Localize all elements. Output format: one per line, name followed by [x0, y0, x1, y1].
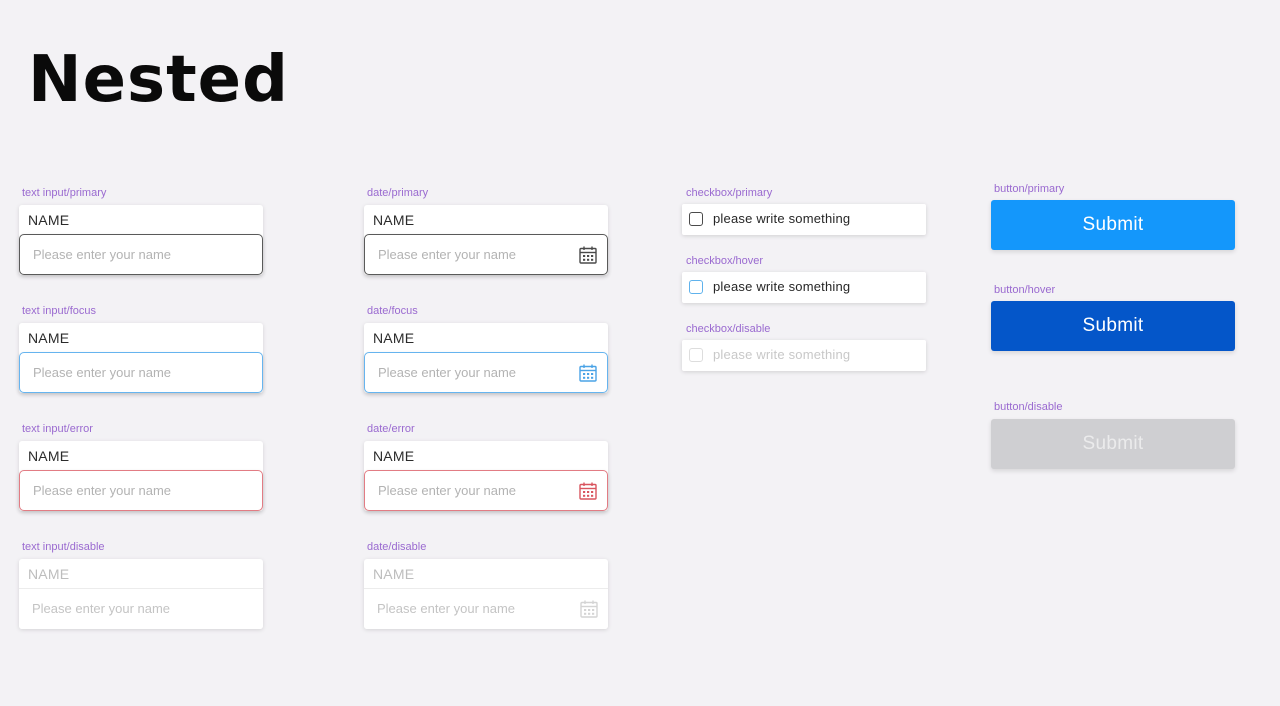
field-name-label: NAME [28, 566, 70, 582]
checkbox-disable: please write something [682, 340, 926, 371]
submit-button-hover[interactable]: Submit [991, 301, 1235, 351]
input-placeholder: Please enter your name [377, 601, 516, 616]
input-placeholder: Please enter your name [378, 365, 517, 380]
submit-button-primary[interactable]: Submit [991, 200, 1235, 250]
input-placeholder: Please enter your name [33, 247, 172, 262]
calendar-icon[interactable] [578, 363, 598, 383]
checkbox-square[interactable] [689, 212, 703, 226]
checkbox-square [689, 348, 703, 362]
date-input-field[interactable]: Please enter your name [364, 234, 608, 275]
text-input-primary: NAME Please enter your name [19, 205, 263, 275]
text-input-focus: NAME Please enter your name [19, 323, 263, 393]
input-placeholder: Please enter your name [378, 247, 517, 262]
calendar-icon[interactable] [578, 245, 598, 265]
date-input-disable: NAME Please enter your name [364, 559, 608, 629]
variant-label: text input/primary [22, 187, 107, 199]
variant-label: date/disable [367, 541, 427, 553]
page-title: Nested [28, 43, 289, 117]
checkbox-label: please write something [713, 347, 851, 362]
variant-label: checkbox/hover [686, 255, 764, 267]
input-placeholder: Please enter your name [33, 365, 172, 380]
input-placeholder: Please enter your name [33, 483, 172, 498]
date-input-field: Please enter your name [364, 588, 608, 629]
field-name-label: NAME [373, 330, 415, 346]
checkbox-label: please write something [713, 211, 851, 226]
variant-label: date/error [367, 423, 415, 435]
date-input-primary: NAME Please enter your name [364, 205, 608, 275]
variant-label: date/focus [367, 305, 418, 317]
text-input-disable: NAME Please enter your name [19, 559, 263, 629]
variant-label: checkbox/disable [686, 323, 771, 335]
input-placeholder: Please enter your name [378, 483, 517, 498]
checkbox-square[interactable] [689, 280, 703, 294]
variant-label: button/primary [994, 183, 1065, 195]
text-input-field: Please enter your name [19, 588, 263, 629]
date-input-field[interactable]: Please enter your name [364, 470, 608, 511]
variant-label: text input/disable [22, 541, 105, 553]
field-name-label: NAME [28, 330, 70, 346]
text-input-field[interactable]: Please enter your name [19, 352, 263, 393]
field-name-label: NAME [373, 448, 415, 464]
text-input-error: NAME Please enter your name [19, 441, 263, 511]
date-input-field[interactable]: Please enter your name [364, 352, 608, 393]
submit-button-disable: Submit [991, 419, 1235, 469]
field-name-label: NAME [28, 448, 70, 464]
input-placeholder: Please enter your name [32, 601, 171, 616]
checkbox-label: please write something [713, 279, 851, 294]
text-input-field[interactable]: Please enter your name [19, 234, 263, 275]
variant-label: text input/error [22, 423, 93, 435]
field-name-label: NAME [28, 212, 70, 228]
variant-label: button/disable [994, 401, 1063, 413]
variant-label: button/hover [994, 284, 1056, 296]
calendar-icon [580, 600, 598, 618]
variant-label: checkbox/primary [686, 187, 773, 199]
variant-label: date/primary [367, 187, 429, 199]
field-name-label: NAME [373, 566, 415, 582]
date-input-focus: NAME Please enter your name [364, 323, 608, 393]
text-input-field[interactable]: Please enter your name [19, 470, 263, 511]
field-name-label: NAME [373, 212, 415, 228]
checkbox-primary[interactable]: please write something [682, 204, 926, 235]
page: Nested text input/primary NAME Please en… [0, 0, 1280, 706]
checkbox-hover[interactable]: please write something [682, 272, 926, 303]
calendar-icon[interactable] [578, 481, 598, 501]
variant-label: text input/focus [22, 305, 96, 317]
date-input-error: NAME Please enter your name [364, 441, 608, 511]
